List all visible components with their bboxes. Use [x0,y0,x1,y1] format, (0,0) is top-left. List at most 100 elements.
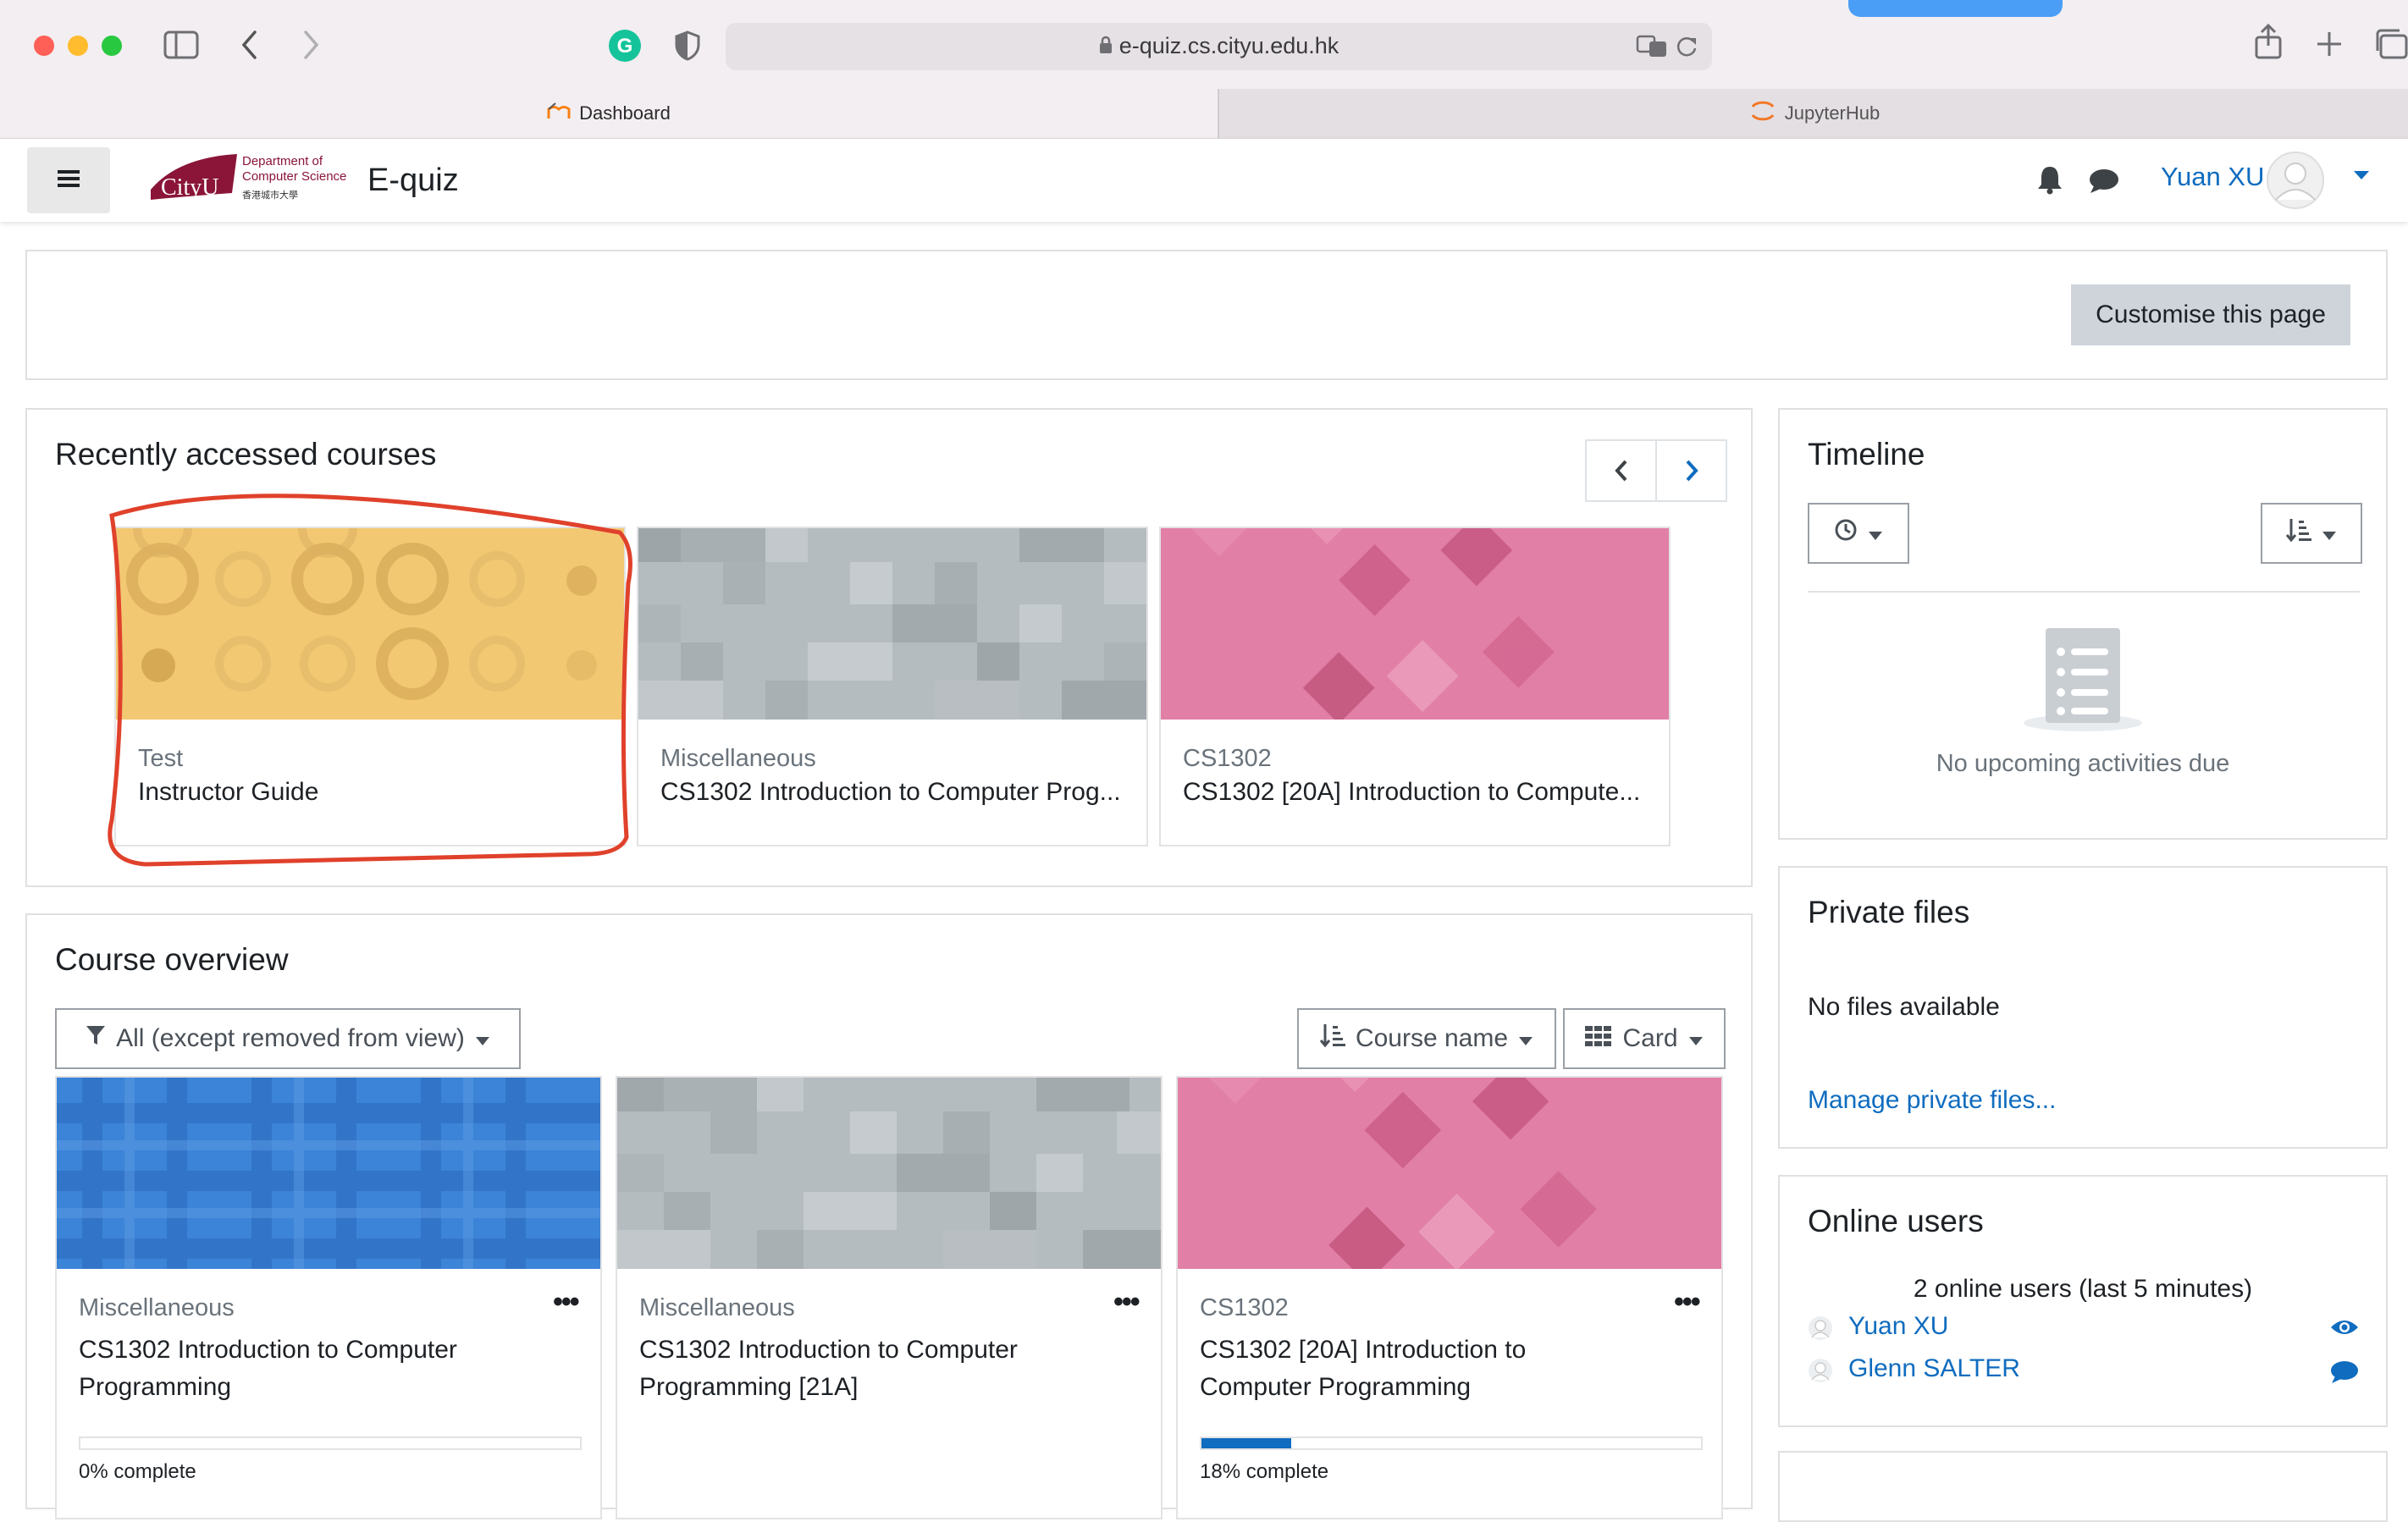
manage-private-files-link[interactable]: Manage private files... [1808,1086,2056,1115]
tabs-icon[interactable] [2374,29,2408,63]
recent-courses-title: Recently accessed courses [55,437,437,471]
course-category: Miscellaneous [639,1294,795,1321]
address-bar[interactable]: e-quiz.cs.cityu.edu.hk [726,23,1712,70]
private-files-title: Private files [1808,895,1970,929]
course-image [1161,528,1669,720]
translate-icon[interactable] [1636,35,1668,63]
course-name-line2[interactable]: Programming [79,1369,231,1406]
grouping-filter-dropdown[interactable]: All (except removed from view) [55,1008,521,1069]
course-category: CS1302 [1183,745,1272,772]
chevron-left-icon[interactable] [1587,441,1657,500]
zoom-window-icon[interactable] [102,36,122,56]
sidebar-icon[interactable] [163,30,199,63]
menu-button[interactable] [27,147,110,213]
lock-icon [1099,34,1113,60]
progress-text: 0% complete [79,1460,196,1483]
caret-down-icon [1688,1024,1704,1053]
menu-icon [56,168,81,194]
tab-jupyterhub[interactable]: JupyterHub [1218,89,2408,138]
cityu-logo: CityU Department of Computer Science 香港城… [144,149,356,212]
timeline-sort-dropdown[interactable] [2261,503,2362,564]
course-category: Miscellaneous [660,745,816,772]
ellipsis-icon[interactable]: ••• [1674,1286,1701,1319]
eye-icon[interactable] [2329,1317,2360,1342]
online-user-name[interactable]: Glenn SALTER [1848,1354,2020,1383]
online-user-row: Yuan XU [1808,1310,2358,1344]
chevron-right-icon[interactable] [1657,441,1726,500]
recent-courses-panel: Recently accessed courses Test Instructo… [25,408,1753,887]
course-overview-title: Course overview [55,942,289,977]
close-window-icon[interactable] [34,36,54,56]
avatar-icon[interactable] [2266,151,2325,214]
course-name-line1[interactable]: CS1302 Introduction to Computer [79,1332,457,1369]
timeline-filter-dropdown[interactable] [1808,503,1909,564]
timeline-title: Timeline [1808,437,1925,471]
private-files-panel: Private files No files available Manage … [1778,866,2388,1149]
course-name[interactable]: CS1302 Introduction to Computer Prog... [660,774,1121,811]
online-users-summary: 2 online users (last 5 minutes) [1913,1275,2253,1303]
online-user-name[interactable]: Yuan XU [1848,1312,1948,1341]
course-name-line2[interactable]: Computer Programming [1200,1369,1471,1406]
tab-label: JupyterHub [1784,102,1881,124]
course-card[interactable]: CS1302 ••• CS1302 [20A] Introduction to … [1176,1076,1723,1519]
view-dropdown[interactable]: Card [1563,1008,1726,1069]
jupyter-icon [1749,98,1776,129]
chat-icon[interactable] [2088,168,2120,199]
grammarly-icon[interactable]: G [608,29,642,67]
online-user-row: Glenn SALTER [1808,1353,2358,1387]
svg-text:G: G [617,35,633,58]
site-title: E-quiz [367,162,459,198]
course-overview-panel: Course overview All (except removed from… [25,913,1753,1519]
bell-icon[interactable] [2035,164,2064,199]
tab-dashboard[interactable]: Dashboard [0,89,1218,138]
timeline-empty-text: No upcoming activities due [1936,750,2230,777]
sort-label: Course name [1355,1024,1509,1052]
customise-button[interactable]: Customise this page [2071,284,2350,345]
back-icon[interactable] [240,29,260,65]
course-image [57,1078,600,1269]
app-header: CityU Department of Computer Science 香港城… [0,139,2408,222]
progress-bar [79,1437,582,1450]
progress-fill [1201,1438,1292,1448]
course-card[interactable]: Miscellaneous CS1302 Introduction to Com… [637,527,1148,846]
message-icon[interactable] [2329,1359,2360,1389]
site-brand[interactable]: CityU Department of Computer Science 香港城… [144,149,459,212]
ellipsis-icon[interactable]: ••• [553,1286,580,1319]
sort-icon [2285,517,2311,549]
course-name[interactable]: CS1302 [20A] Introduction to Compute... [1183,774,1640,811]
caret-down-icon[interactable] [2352,169,2371,185]
shield-icon[interactable] [674,30,701,65]
caret-down-icon [475,1024,490,1053]
progress-text: 18% complete [1200,1460,1329,1483]
list-empty-icon [2022,628,2144,737]
course-name-line2[interactable]: Programming [21A] [639,1369,858,1406]
user-menu-name[interactable]: Yuan XU [2161,162,2264,192]
view-label: Card [1622,1024,1678,1052]
private-files-empty-text: No files available [1808,993,2000,1021]
course-card[interactable]: CS1302 CS1302 [20A] Introduction to Comp… [1159,527,1671,846]
online-users-panel: Online users 2 online users (last 5 minu… [1778,1175,2388,1427]
online-users-title: Online users [1808,1204,1984,1238]
course-image [1178,1078,1721,1269]
url-text: e-quiz.cs.cityu.edu.hk [1118,33,1339,58]
sort-icon [1319,1023,1345,1055]
new-tab-icon[interactable] [2316,30,2343,62]
customise-panel: Customise this page [25,250,2388,380]
forward-icon[interactable] [301,29,321,65]
share-icon[interactable] [2254,23,2283,63]
course-name-line1[interactable]: CS1302 Introduction to Computer [639,1332,1018,1369]
clock-icon [1834,518,1858,549]
minimize-window-icon[interactable] [68,36,88,56]
course-image [638,528,1146,720]
course-card[interactable]: Miscellaneous ••• CS1302 Introduction to… [616,1076,1163,1519]
course-card[interactable]: Miscellaneous ••• CS1302 Introduction to… [55,1076,602,1519]
carousel-nav [1585,439,1727,502]
course-name-line1[interactable]: CS1302 [20A] Introduction to [1200,1332,1526,1369]
caret-down-icon [1868,519,1883,548]
reload-icon[interactable] [1675,35,1698,63]
next-block-panel [1778,1451,2388,1522]
sort-dropdown[interactable]: Course name [1297,1008,1556,1069]
ellipsis-icon[interactable]: ••• [1113,1286,1140,1319]
timeline-panel: Timeline No upcoming activities due [1778,408,2388,840]
moodle-icon [547,102,571,125]
